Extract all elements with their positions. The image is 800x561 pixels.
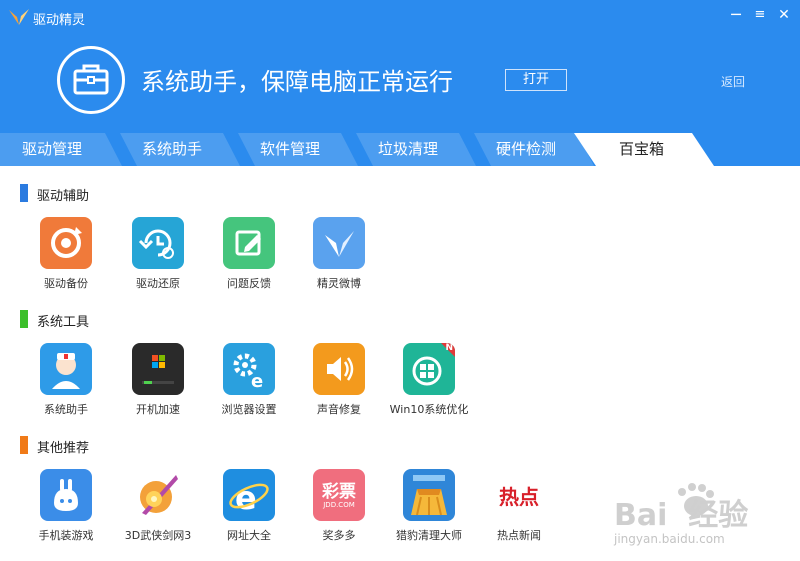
broom-icon: [403, 469, 455, 521]
header: 驱动精灵 ─ ≡ ✕ 系统助手，保障电脑正常运行 打开 返回: [0, 0, 800, 133]
lottery-icon-text: 彩票: [322, 482, 356, 502]
tool-label: 系统助手: [44, 403, 88, 416]
back-link[interactable]: 返回: [721, 73, 745, 90]
tool-label: 问题反馈: [227, 277, 271, 290]
tool-boot-speed[interactable]: 开机加速: [112, 343, 204, 417]
tab-label: 驱动管理: [22, 140, 83, 158]
tab-system-assistant[interactable]: 系统助手: [120, 133, 240, 166]
tool-feedback[interactable]: 问题反馈: [203, 217, 295, 291]
tool-browser-settings[interactable]: e 浏览器设置: [203, 343, 295, 417]
tool-label: 网址大全: [227, 529, 271, 542]
tab-software-management[interactable]: 软件管理: [238, 133, 358, 166]
open-button[interactable]: 打开: [505, 69, 567, 91]
section-title: 系统工具: [37, 315, 90, 330]
tool-system-assistant[interactable]: 系统助手: [20, 343, 112, 417]
tab-bar: 驱动管理 系统助手 软件管理 垃圾清理 硬件检测 百宝箱: [0, 133, 800, 166]
app-title: 驱动精灵: [33, 13, 86, 28]
toolbox-icon: [57, 46, 125, 114]
lottery-icon: 彩票 JDD.COM: [313, 469, 365, 521]
tab-label: 百宝箱: [619, 140, 665, 158]
tool-cheetah-cleaner[interactable]: 猎豹清理大师: [383, 469, 475, 543]
tab-label: 硬件检测: [496, 140, 557, 158]
menu-button[interactable]: ≡: [751, 6, 769, 24]
tab-label: 软件管理: [260, 140, 321, 158]
tab-label: 系统助手: [142, 140, 203, 158]
tool-url-directory[interactable]: e 网址大全: [203, 469, 295, 543]
tool-label: 奖多多: [322, 529, 356, 542]
restore-icon: [132, 217, 184, 269]
tool-label: 手机装游戏: [38, 529, 94, 542]
tool-label: 开机加速: [136, 403, 180, 416]
minimize-button[interactable]: ─: [727, 6, 745, 24]
tool-jx3[interactable]: 3D武侠剑网3: [112, 469, 204, 543]
hot-news-icon: 热点: [493, 469, 545, 521]
section-marker: [20, 310, 28, 328]
tool-driver-backup[interactable]: 驱动备份: [20, 217, 112, 291]
backup-icon: [40, 217, 92, 269]
tool-label: 驱动备份: [44, 277, 88, 290]
new-badge: N: [445, 343, 453, 353]
tool-mobile-game[interactable]: 手机装游戏: [20, 469, 112, 543]
svg-text:e: e: [251, 371, 263, 392]
tool-label: 驱动还原: [136, 277, 180, 290]
ie-icon: e: [223, 469, 275, 521]
tool-label: Win10系统优化: [389, 403, 469, 416]
weibo-icon: [313, 217, 365, 269]
lottery-icon-subtext: JDD.COM: [323, 501, 355, 509]
tool-hot-news[interactable]: 热点 热点新闻: [473, 469, 565, 543]
tool-label: 声音修复: [317, 403, 361, 416]
jx3-icon: [132, 469, 184, 521]
tool-label: 浏览器设置: [221, 403, 277, 416]
doctor-icon: [40, 343, 92, 395]
boot-speed-icon: [132, 343, 184, 395]
watermark-brand: Bai 经验: [614, 498, 749, 533]
browser-settings-icon: e: [223, 343, 275, 395]
section-title: 驱动辅助: [37, 189, 90, 204]
mobile-game-icon: [40, 469, 92, 521]
sound-repair-icon: [313, 343, 365, 395]
section-marker: [20, 184, 28, 202]
tool-sound-repair[interactable]: 声音修复: [293, 343, 385, 417]
tool-driver-restore[interactable]: 驱动还原: [112, 217, 204, 291]
section-title: 其他推荐: [37, 441, 90, 456]
feedback-icon: [223, 217, 275, 269]
tool-label: 3D武侠剑网3: [124, 529, 192, 542]
tool-win10-optimize[interactable]: N Win10系统优化: [383, 343, 475, 417]
tab-label: 垃圾清理: [378, 140, 439, 158]
baidu-jingyan-watermark: Bai 经验 jingyan.baidu.com: [612, 470, 792, 560]
tool-label: 猎豹清理大师: [396, 529, 462, 542]
tool-label: 热点新闻: [497, 529, 541, 542]
tool-weibo[interactable]: 精灵微博: [293, 217, 385, 291]
tool-lottery[interactable]: 彩票 JDD.COM 奖多多: [293, 469, 385, 543]
tool-label: 精灵微博: [317, 277, 361, 290]
app-logo-icon: [9, 9, 29, 25]
watermark-url: jingyan.baidu.com: [614, 532, 725, 546]
hot-news-icon-text: 热点: [499, 485, 539, 509]
hero-title: 系统助手，保障电脑正常运行: [141, 68, 453, 96]
tab-driver-management[interactable]: 驱动管理: [0, 133, 122, 166]
close-button[interactable]: ✕: [775, 6, 793, 24]
tab-junk-cleanup[interactable]: 垃圾清理: [356, 133, 476, 166]
win10-optimize-icon: N: [403, 343, 455, 395]
tab-treasure-box[interactable]: 百宝箱: [574, 133, 714, 166]
section-marker: [20, 436, 28, 454]
